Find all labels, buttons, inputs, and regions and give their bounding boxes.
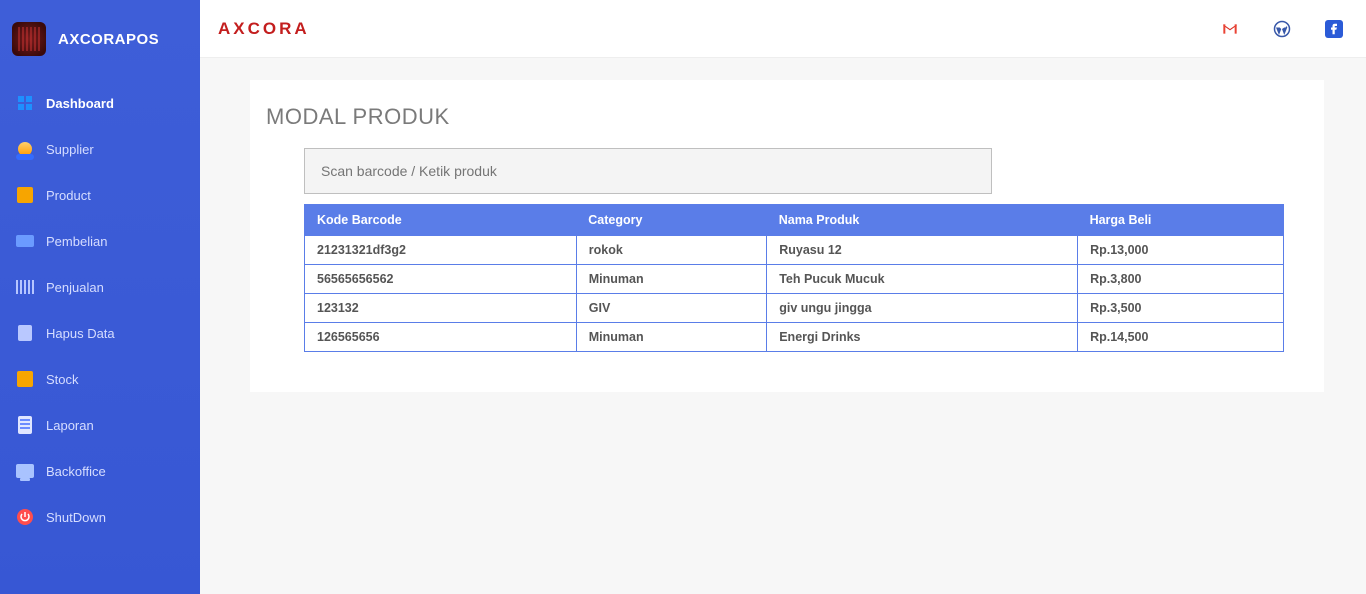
topbar: AXCORA — [200, 0, 1366, 58]
sidebar-nav: Dashboard Supplier Product Pembelian Penjual… — [0, 74, 200, 540]
table-cell-barcode: 56565656562 — [305, 265, 577, 294]
table-header-row: Kode BarcodeCategoryNama ProdukHarga Bel… — [305, 205, 1284, 236]
table-cell-price: Rp.14,500 — [1078, 323, 1284, 352]
sidebar-item-shutdown[interactable]: ShutDown — [0, 494, 200, 540]
sidebar-item-supplier[interactable]: Supplier — [0, 126, 200, 172]
table-header-cell: Nama Produk — [767, 205, 1078, 236]
table-cell-price: Rp.3,800 — [1078, 265, 1284, 294]
gmail-icon[interactable] — [1220, 19, 1240, 39]
grid-icon — [16, 94, 34, 112]
table-cell-category: GIV — [576, 294, 766, 323]
sidebar-item-hapus-data[interactable]: Hapus Data — [0, 310, 200, 356]
main-area: AXCORA MODAL PRODUK — [200, 0, 1366, 594]
sidebar-item-label: ShutDown — [46, 510, 106, 525]
sidebar-item-label: Pembelian — [46, 234, 107, 249]
page-title: MODAL PRODUK — [266, 104, 1314, 130]
person-icon — [16, 140, 34, 158]
table-cell-price: Rp.3,500 — [1078, 294, 1284, 323]
table-cell-barcode: 123132 — [305, 294, 577, 323]
table-header-cell: Category — [576, 205, 766, 236]
table-row[interactable]: 21231321df3g2rokokRuyasu 12Rp.13,000 — [305, 236, 1284, 265]
sidebar-item-laporan[interactable]: Laporan — [0, 402, 200, 448]
product-table: Kode BarcodeCategoryNama ProdukHarga Bel… — [304, 204, 1284, 352]
table-cell-category: Minuman — [576, 323, 766, 352]
brand-name: AXCORAPOS — [58, 31, 159, 48]
sidebar-item-dashboard[interactable]: Dashboard — [0, 80, 200, 126]
table-body: 21231321df3g2rokokRuyasu 12Rp.13,0005656… — [305, 236, 1284, 352]
facebook-icon[interactable] — [1324, 19, 1344, 39]
truck-icon — [16, 232, 34, 250]
table-header-cell: Kode Barcode — [305, 205, 577, 236]
search-input[interactable] — [321, 163, 975, 179]
topbar-icons — [1220, 19, 1344, 39]
sidebar-item-label: Penjualan — [46, 280, 104, 295]
sidebar-item-label: Supplier — [46, 142, 94, 157]
table-cell-barcode: 126565656 — [305, 323, 577, 352]
table-cell-category: Minuman — [576, 265, 766, 294]
table-header-cell: Harga Beli — [1078, 205, 1284, 236]
box-icon — [16, 186, 34, 204]
sidebar: AXCORAPOS Dashboard Supplier Product Pembel… — [0, 0, 200, 594]
sidebar-item-pembelian[interactable]: Pembelian — [0, 218, 200, 264]
table-cell-name: Energi Drinks — [767, 323, 1078, 352]
table-row[interactable]: 123132GIVgiv ungu jinggaRp.3,500 — [305, 294, 1284, 323]
table-cell-category: rokok — [576, 236, 766, 265]
content: MODAL PRODUK Kode BarcodeCategoryNama Pr… — [200, 58, 1366, 594]
sidebar-item-product[interactable]: Product — [0, 172, 200, 218]
wordpress-icon[interactable] — [1272, 19, 1292, 39]
sidebar-item-label: Dashboard — [46, 96, 114, 111]
sidebar-item-label: Product — [46, 188, 91, 203]
sidebar-item-stock[interactable]: Stock — [0, 356, 200, 402]
table-cell-price: Rp.13,000 — [1078, 236, 1284, 265]
monitor-icon — [16, 462, 34, 480]
sidebar-item-label: Backoffice — [46, 464, 106, 479]
table-cell-name: Teh Pucuk Mucuk — [767, 265, 1078, 294]
sidebar-header: AXCORAPOS — [0, 0, 200, 74]
table-cell-barcode: 21231321df3g2 — [305, 236, 577, 265]
sidebar-item-label: Hapus Data — [46, 326, 115, 341]
doc-icon — [16, 416, 34, 434]
search-box[interactable] — [304, 148, 992, 194]
barcode-icon — [16, 278, 34, 296]
sidebar-item-backoffice[interactable]: Backoffice — [0, 448, 200, 494]
app-logo-icon — [12, 22, 46, 56]
table-row[interactable]: 126565656MinumanEnergi DrinksRp.14,500 — [305, 323, 1284, 352]
header-brand: AXCORA — [218, 19, 310, 39]
table-row[interactable]: 56565656562MinumanTeh Pucuk MucukRp.3,80… — [305, 265, 1284, 294]
box-icon — [16, 370, 34, 388]
sidebar-item-label: Stock — [46, 372, 79, 387]
sidebar-item-penjualan[interactable]: Penjualan — [0, 264, 200, 310]
table-cell-name: Ruyasu 12 — [767, 236, 1078, 265]
power-icon — [16, 508, 34, 526]
trash-icon — [16, 324, 34, 342]
sidebar-item-label: Laporan — [46, 418, 94, 433]
table-cell-name: giv ungu jingga — [767, 294, 1078, 323]
